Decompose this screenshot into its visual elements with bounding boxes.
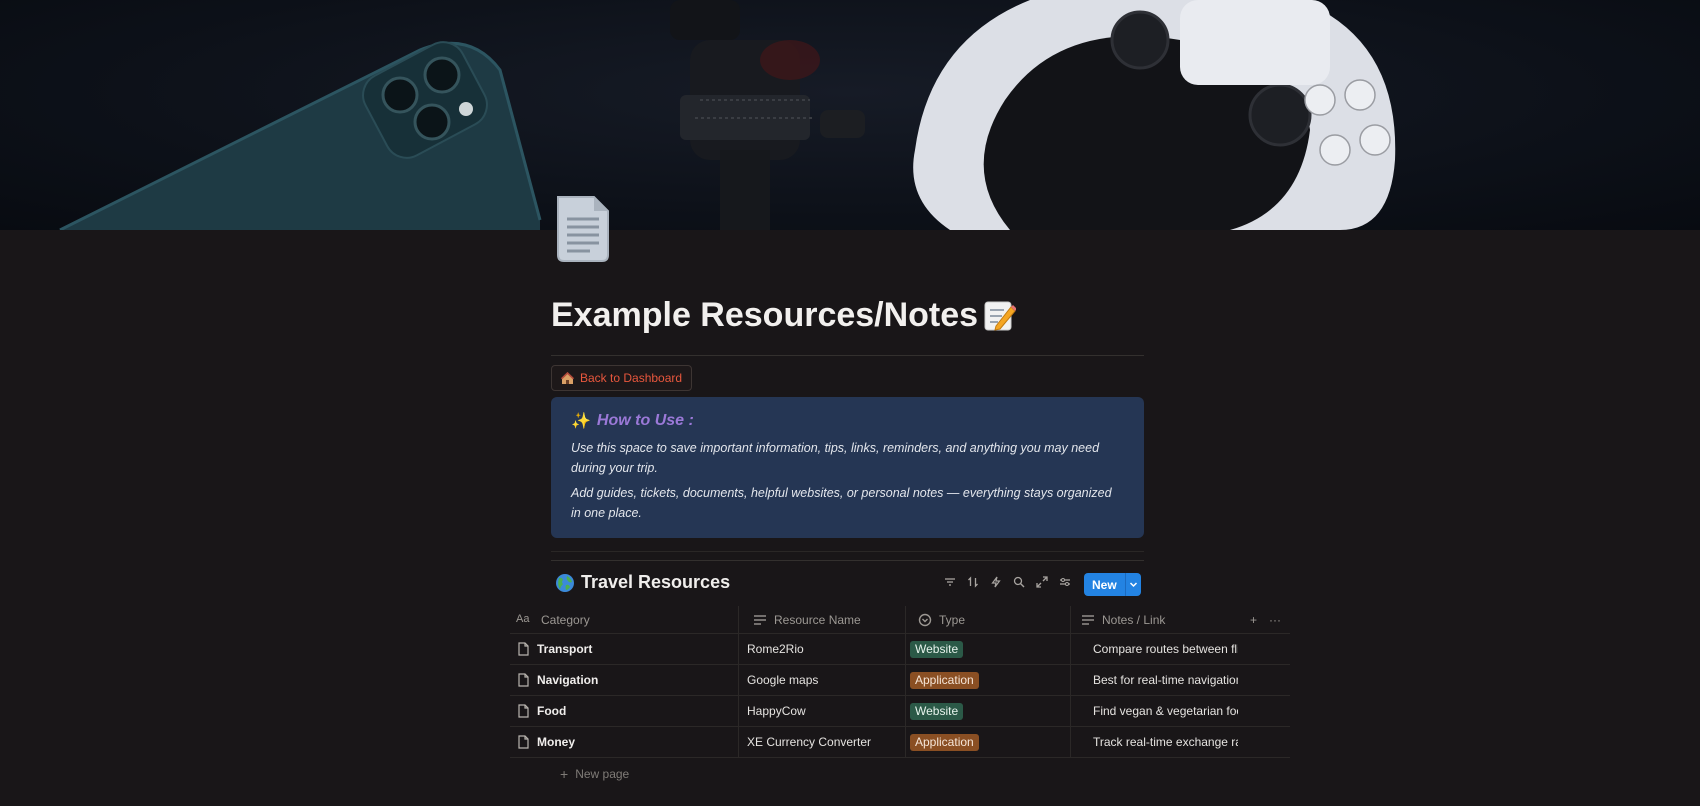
tripod-shape [670,0,865,230]
new-page-button[interactable]: + New page [560,766,629,782]
callout-paragraph: Use this space to save important informa… [571,441,1100,475]
notes-text: Compare routes between flight [1093,642,1238,656]
category-name: Money [537,735,576,749]
row-spacer [1238,665,1290,695]
column-label: Type [939,612,966,627]
column-header-resource-name[interactable]: Resource Name [739,606,906,633]
resource-name-cell[interactable]: HappyCow [739,696,906,726]
controller-shape [913,0,1396,230]
callout-heading: ✨ How to Use : [571,411,1124,431]
document-icon[interactable] [550,193,616,263]
column-header-type[interactable]: Type [906,606,1071,633]
resource-name: HappyCow [747,704,806,718]
notes-cell[interactable]: Best for real-time navigation & [1071,665,1238,695]
new-entry-button: New [1084,573,1141,596]
search-icon[interactable] [1011,574,1027,590]
resource-name: Rome2Rio [747,642,804,656]
automation-icon[interactable] [988,574,1004,590]
table-row[interactable]: Food HappyCow Website Find vegan & vegetari… [510,696,1290,727]
sparkles-icon: ✨ [571,413,591,430]
resource-name: Google maps [747,673,819,687]
database-title[interactable]: Travel Resources [555,572,730,593]
filter-icon[interactable] [942,574,958,590]
more-icon[interactable]: ··· [1269,613,1281,627]
select-property-icon [918,613,932,627]
notes-cell[interactable]: Track real-time exchange rates. [1071,727,1238,757]
memo-icon [982,299,1018,333]
resource-name-cell[interactable]: XE Currency Converter [739,727,906,757]
category-name: Transport [537,642,593,656]
type-tag: Website [910,702,964,720]
cover-image [0,0,1700,230]
back-to-dashboard-button[interactable]: Back to Dashboard [551,365,693,391]
column-actions: + ··· [1238,606,1290,633]
text-property-icon [753,613,767,627]
database-title-text: Travel Resources [581,572,731,592]
page-icon [516,735,530,749]
add-column-icon[interactable]: + [1250,613,1257,627]
sort-icon[interactable] [965,574,981,590]
phone-shape [59,41,542,230]
column-label: Category [541,612,590,627]
resource-name-cell[interactable]: Rome2Rio [739,634,906,664]
globe-icon [555,573,575,593]
text-property-icon [1081,613,1095,627]
new-page-label: New page [575,767,630,781]
type-tag: Website [910,640,964,658]
divider [551,355,1144,356]
divider [551,551,1144,552]
resources-table: Aa Category Resource Name Type Notes / L… [510,606,1290,758]
type-tag: Application [910,671,979,689]
new-button-label[interactable]: New [1084,573,1126,596]
table-header-row: Aa Category Resource Name Type Notes / L… [510,606,1290,634]
page-icon [516,673,530,687]
table-row[interactable]: Navigation Google maps Application Best for… [510,665,1290,696]
category-cell[interactable]: Food [510,696,739,726]
page-title-text: Example Resources/Notes [551,296,979,334]
row-spacer [1238,696,1290,726]
callout-heading-text: How to Use : [596,412,694,429]
type-tag: Application [910,733,979,751]
expand-icon[interactable] [1034,574,1050,590]
notes-text: Find vegan & vegetarian food o [1093,704,1238,718]
table-row[interactable]: Money XE Currency Converter Application Tra… [510,727,1290,758]
database-toolbar [942,574,1073,590]
notes-text: Best for real-time navigation & [1093,673,1238,687]
settings-icon[interactable] [1057,574,1073,590]
notes-cell[interactable]: Compare routes between flight [1071,634,1238,664]
page-icon [516,642,530,656]
type-cell[interactable]: Application [906,727,1071,757]
column-label: Resource Name [774,612,861,627]
resource-name-cell[interactable]: Google maps [739,665,906,695]
category-cell[interactable]: Money [510,727,739,757]
row-spacer [1238,634,1290,664]
plus-icon: + [560,766,569,782]
chevron-down-icon[interactable] [1126,580,1141,589]
category-cell[interactable]: Navigation [510,665,739,695]
category-cell[interactable]: Transport [510,634,739,664]
column-header-notes-link[interactable]: Notes / Link [1071,606,1238,633]
back-to-dashboard-label: Back to Dashboard [580,371,683,385]
notes-text: Track real-time exchange rates. [1093,735,1238,749]
category-name: Navigation [537,673,599,687]
type-cell[interactable]: Website [906,634,1071,664]
type-cell[interactable]: Application [906,665,1071,695]
house-icon [560,371,575,385]
page-title: Example Resources/Notes [551,296,1018,335]
title-property-icon: Aa [516,612,530,625]
category-name: Food [537,704,567,718]
page-icon [516,704,530,718]
divider [551,560,1144,561]
resource-name: XE Currency Converter [747,735,872,749]
row-spacer [1238,727,1290,757]
callout-paragraph: Add guides, tickets, documents, helpful … [571,486,1112,520]
column-header-category[interactable]: Aa Category [510,606,739,633]
table-row[interactable]: Transport Rome2Rio Website Compare routes b… [510,634,1290,665]
how-to-use-callout: ✨ How to Use : Use this space to save im… [551,397,1144,538]
notes-cell[interactable]: Find vegan & vegetarian food o [1071,696,1238,726]
column-label: Notes / Link [1102,612,1166,627]
type-cell[interactable]: Website [906,696,1071,726]
